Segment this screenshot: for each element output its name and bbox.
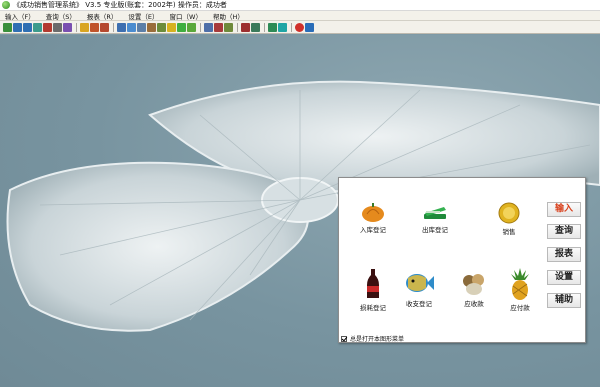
settings-icon[interactable]: [187, 22, 196, 32]
sales-button[interactable]: 销售: [481, 202, 537, 236]
payable-button[interactable]: 应付款: [492, 268, 548, 312]
apple-icon[interactable]: [295, 22, 304, 32]
window-title: 《成功销售管理系统》 V3.5 专业版(账套：2002年) 操作员：成功者: [13, 1, 227, 9]
app-logo-icon: [2, 1, 10, 9]
print-icon[interactable]: [53, 22, 62, 32]
toolbar-separator: [200, 22, 201, 32]
folder-icon[interactable]: [80, 22, 89, 32]
person-icon[interactable]: [100, 22, 109, 32]
toolbar: [0, 21, 600, 34]
always-open-label: 总是打开本图形菜单: [350, 336, 405, 343]
menu-input[interactable]: 输入（F）: [0, 11, 41, 21]
toolbar-separator: [237, 22, 238, 32]
cola-bottle-icon: [367, 269, 379, 298]
window-icon[interactable]: [268, 22, 277, 32]
help-icon[interactable]: [305, 22, 314, 32]
chart-icon[interactable]: [204, 22, 213, 32]
back-icon[interactable]: [13, 22, 22, 32]
fish-icon: [406, 274, 434, 292]
find-icon[interactable]: [127, 22, 136, 32]
menu-query[interactable]: 查询（S）: [41, 11, 82, 21]
cut-icon[interactable]: [90, 22, 99, 32]
report-icon[interactable]: [214, 22, 223, 32]
assist-button[interactable]: 辅助: [547, 293, 581, 308]
stock-out-button[interactable]: 出库登记: [407, 202, 463, 234]
toolbar-separator: [76, 22, 77, 32]
always-open-checkbox[interactable]: [341, 335, 347, 342]
stock-in-label: 入库登记: [360, 226, 386, 234]
sales-label: 销售: [502, 228, 516, 236]
gold-coin-icon: [498, 202, 520, 224]
menu-window[interactable]: 窗口（W）: [165, 11, 208, 21]
user-icon[interactable]: [251, 22, 260, 32]
open-icon[interactable]: [3, 22, 12, 32]
report-button[interactable]: 报表: [547, 247, 581, 262]
stock-out-label: 出库登记: [422, 226, 448, 234]
stapler-icon: [424, 207, 446, 219]
stop-icon[interactable]: [43, 22, 52, 32]
toolbar-separator: [291, 22, 292, 32]
pineapple-icon: [511, 268, 529, 300]
pumpkin-icon: [362, 203, 384, 222]
toolbar-separator: [113, 22, 114, 32]
doc-icon[interactable]: [117, 22, 126, 32]
graph-icon[interactable]: [224, 22, 233, 32]
coin-icon[interactable]: [167, 22, 176, 32]
refresh-icon[interactable]: [33, 22, 42, 32]
income-expense-button[interactable]: 收支登记: [391, 270, 447, 308]
toolbar-separator: [264, 22, 265, 32]
table-icon[interactable]: [137, 22, 146, 32]
menu-bar: 输入（F） 查询（S） 报表（R） 设置（E） 窗口（W） 帮助（H）: [0, 11, 600, 21]
gear-icon[interactable]: [177, 22, 186, 32]
desktop-wallpaper: 入库登记 出库登记 销售 损耗登记 收支登记 应收款 应付款 输入 查询 报表 …: [0, 35, 600, 387]
edit-icon[interactable]: [147, 22, 156, 32]
menu-help[interactable]: 帮助（H）: [208, 11, 250, 21]
grid-icon[interactable]: [278, 22, 287, 32]
graphic-menu-panel: 入库登记 出库登记 销售 损耗登记 收支登记 应收款 应付款 输入 查询 报表 …: [338, 177, 586, 343]
save-icon[interactable]: [63, 22, 72, 32]
payable-label: 应付款: [510, 304, 530, 312]
list-icon[interactable]: [157, 22, 166, 32]
income-expense-label: 收支登记: [406, 300, 432, 308]
query-button[interactable]: 查询: [547, 224, 581, 239]
stock-in-button[interactable]: 入库登记: [345, 202, 401, 234]
nuts-icon: [463, 274, 484, 295]
always-open-row: 总是打开本图形菜单: [339, 334, 404, 343]
settings-button[interactable]: 设置: [547, 270, 581, 285]
menu-settings[interactable]: 设置（E）: [123, 11, 164, 21]
menu-report[interactable]: 报表（R）: [82, 11, 124, 21]
input-button[interactable]: 输入: [547, 202, 581, 217]
title-bar: 《成功销售管理系统》 V3.5 专业版(账套：2002年) 操作员：成功者: [0, 0, 600, 11]
forward-icon[interactable]: [23, 22, 32, 32]
shield-icon[interactable]: [241, 22, 250, 32]
